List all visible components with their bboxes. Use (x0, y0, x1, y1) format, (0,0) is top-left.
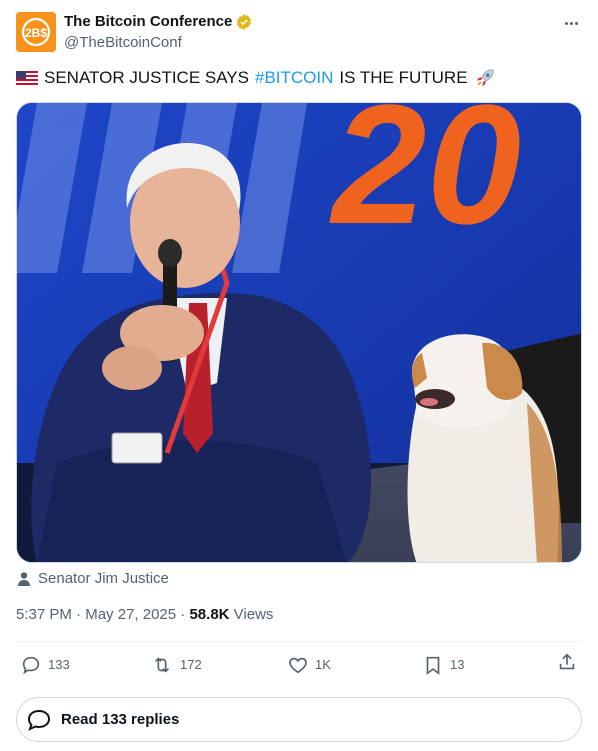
display-name[interactable]: The Bitcoin Conference (64, 12, 232, 32)
hashtag-link[interactable]: #BITCOIN (255, 67, 333, 89)
repost-icon (154, 657, 170, 673)
views-count: 58.8K (189, 606, 230, 623)
tagged-person[interactable]: Senator Jim Justice (16, 569, 169, 589)
avatar[interactable]: 2B$ (16, 12, 56, 52)
tweet-text-after: IS THE FUTURE (339, 68, 468, 87)
reply-icon (22, 656, 40, 675)
reply-button[interactable]: 133 (20, 651, 70, 679)
tweet-date[interactable]: May 27, 2025 (85, 606, 176, 623)
replies-bubble-icon (27, 709, 51, 731)
repost-button[interactable]: 172 (150, 651, 202, 679)
bookmark-icon (426, 656, 440, 675)
meta-separator: · (180, 606, 186, 623)
bookmark-count: 13 (450, 657, 465, 672)
bookmark-button[interactable]: 13 (422, 651, 464, 679)
tweet-text-before: SENATOR JUSTICE SAYS (44, 68, 249, 87)
action-bar: 133 172 1K 13 (16, 651, 582, 679)
share-button[interactable] (556, 651, 578, 673)
verified-badge-icon (237, 14, 252, 30)
views-label: Views (233, 606, 274, 623)
tweet-meta: 5:37 PM · May 27, 2025 · 58.8K Views (16, 605, 273, 625)
person-icon (18, 572, 30, 586)
tagged-person-name: Senator Jim Justice (38, 570, 169, 587)
meta-separator: · (76, 606, 82, 623)
reply-count: 133 (48, 657, 70, 672)
read-replies-button[interactable]: Read 133 replies (16, 697, 582, 742)
avatar-text: 2B$ (25, 26, 47, 40)
tweet-text: SENATOR JUSTICE SAYS #BITCOIN IS THE FUT… (16, 67, 496, 89)
tweet-header: 2B$ The Bitcoin Conference @TheBitcoinCo… (16, 12, 582, 52)
backdrop-text: 20 (329, 103, 521, 260)
read-replies-label: Read 133 replies (61, 711, 180, 728)
tweet-time[interactable]: 5:37 PM (16, 606, 72, 623)
like-button[interactable]: 1K (287, 651, 331, 679)
more-options-icon[interactable] (560, 14, 582, 32)
heart-icon (289, 657, 307, 674)
rocket-icon (476, 69, 494, 87)
share-icon (559, 653, 575, 670)
us-flag-icon (16, 71, 38, 85)
tweet-photo[interactable]: 20 (16, 102, 582, 563)
handle[interactable]: @TheBitcoinConf (64, 33, 253, 53)
like-count: 1K (315, 657, 331, 672)
repost-count: 172 (180, 657, 202, 672)
divider (16, 641, 582, 642)
